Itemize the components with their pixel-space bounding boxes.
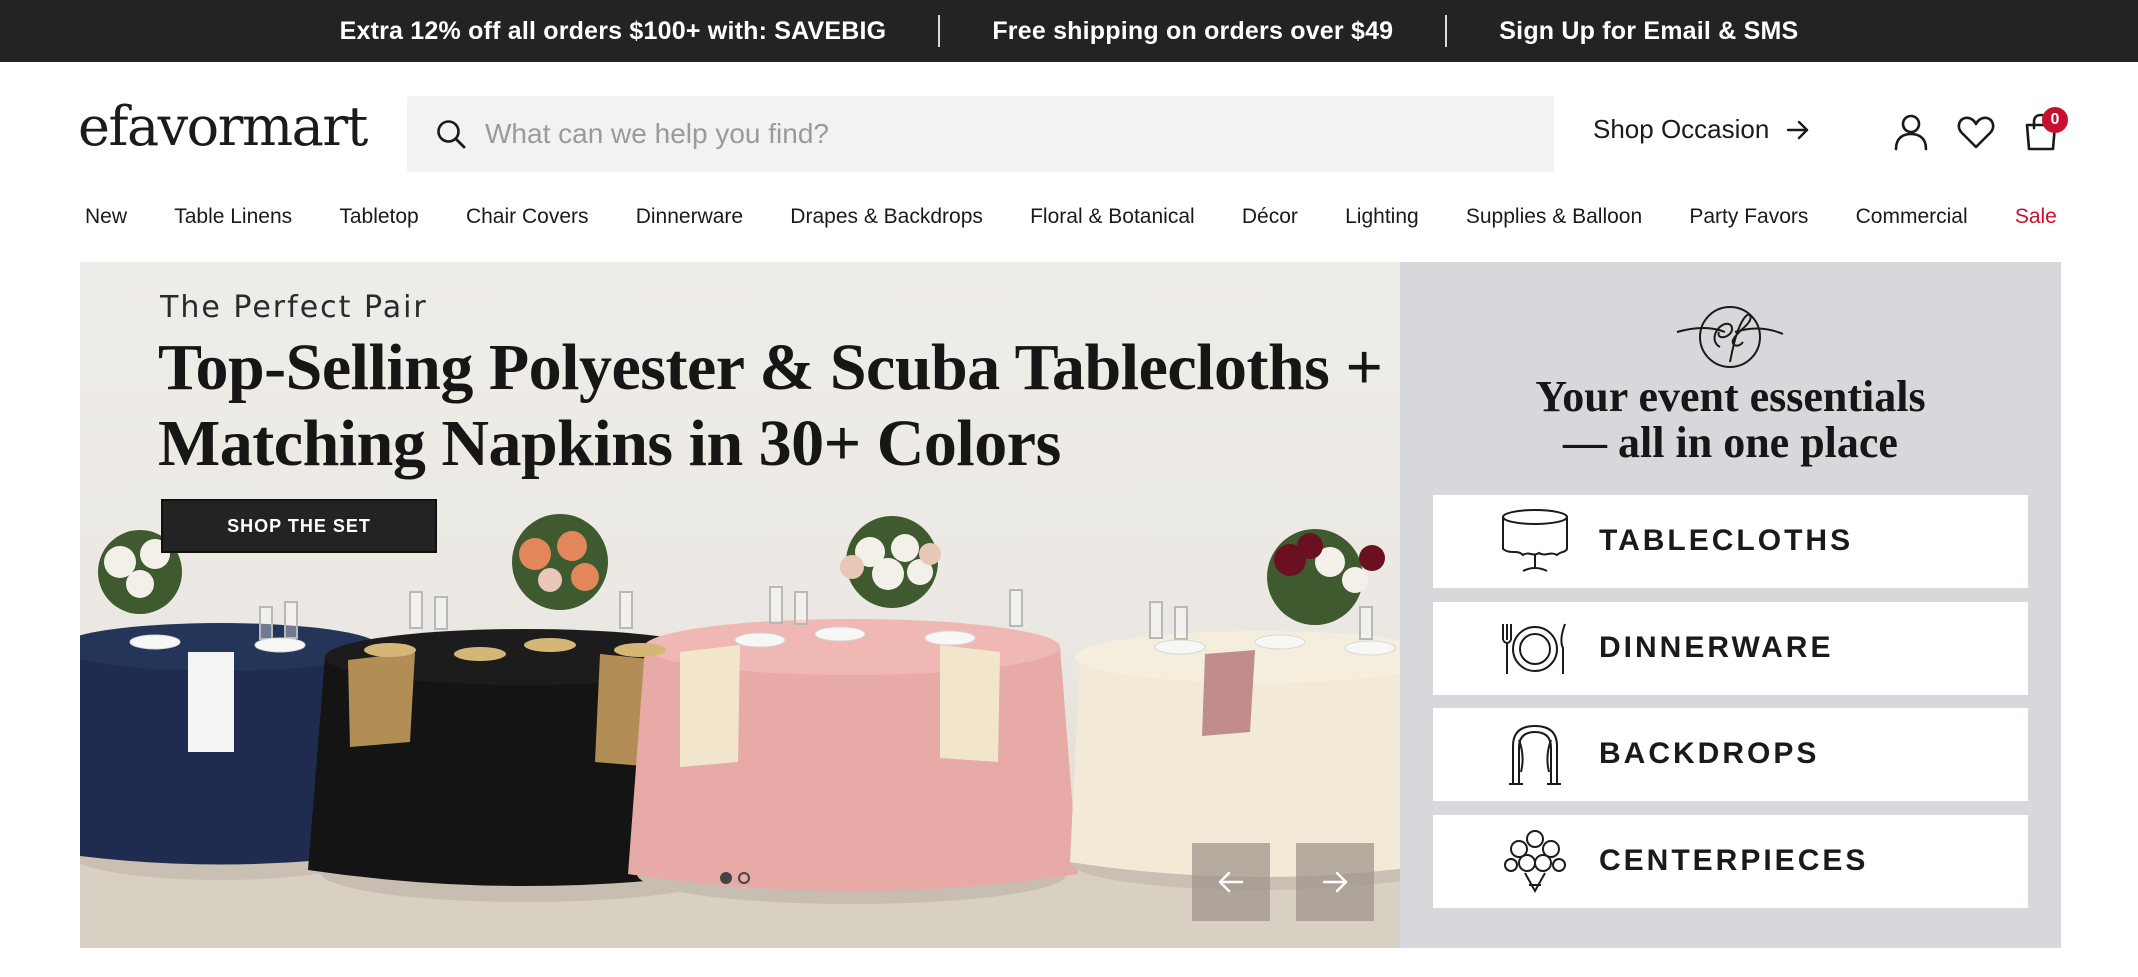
category-tablecloths[interactable]: TABLECLOTHS bbox=[1433, 495, 2028, 588]
essentials-heading: Your event essentials — all in one place bbox=[1400, 374, 2061, 466]
arrow-left-icon bbox=[1218, 871, 1244, 893]
nav-item-party-favors[interactable]: Party Favors bbox=[1689, 205, 1808, 229]
search-input[interactable] bbox=[485, 118, 1485, 150]
shop-occasion-link[interactable]: Shop Occasion bbox=[1593, 114, 1811, 145]
hero-eyebrow: The Perfect Pair bbox=[160, 290, 428, 325]
nav-item-drapes-backdrops[interactable]: Drapes & Backdrops bbox=[790, 205, 983, 229]
category-backdrops[interactable]: BACKDROPS bbox=[1433, 708, 2028, 801]
promo-discount[interactable]: Extra 12% off all orders $100+ with: SAV… bbox=[340, 17, 887, 46]
nav-item-sale[interactable]: Sale bbox=[2015, 205, 2057, 229]
dinnerware-icon bbox=[1502, 623, 1566, 674]
essentials-heading-line: Your event essentials bbox=[1535, 372, 1926, 421]
carousel-next-button[interactable] bbox=[1296, 843, 1374, 921]
nav-item-table-linens[interactable]: Table Linens bbox=[174, 205, 292, 229]
nav-item-supplies-balloon[interactable]: Supplies & Balloon bbox=[1466, 205, 1642, 229]
shop-occasion-label: Shop Occasion bbox=[1593, 114, 1770, 144]
heart-icon[interactable] bbox=[1956, 112, 1996, 152]
backdrop-arch-icon bbox=[1509, 724, 1561, 785]
promo-free-shipping[interactable]: Free shipping on orders over $49 bbox=[992, 17, 1393, 46]
promo-bar: Extra 12% off all orders $100+ with: SAV… bbox=[0, 0, 2138, 62]
shop-the-set-button[interactable]: SHOP THE SET bbox=[161, 499, 437, 553]
event-essentials-panel: Your event essentials — all in one place… bbox=[1400, 262, 2061, 948]
hero-banner[interactable]: The Perfect Pair Top-Selling Polyester &… bbox=[80, 262, 1400, 948]
search-icon[interactable] bbox=[435, 118, 467, 150]
arrow-right-icon bbox=[1787, 120, 1809, 139]
category-centerpieces[interactable]: CENTERPIECES bbox=[1433, 815, 2028, 908]
cart-count-badge: 0 bbox=[2042, 107, 2068, 133]
tablecloth-icon bbox=[1502, 509, 1568, 572]
site-logo[interactable]: efavormart bbox=[78, 100, 368, 154]
carousel-dots bbox=[720, 872, 750, 884]
arrow-right-icon bbox=[1322, 871, 1348, 893]
nav-item-dinnerware[interactable]: Dinnerware bbox=[636, 205, 743, 229]
carousel-dot[interactable] bbox=[720, 872, 732, 884]
nav-item-chair-covers[interactable]: Chair Covers bbox=[466, 205, 589, 229]
main-nav: New Table Linens Tabletop Chair Covers D… bbox=[85, 205, 2057, 229]
nav-item-decor[interactable]: Décor bbox=[1242, 205, 1298, 229]
promo-divider bbox=[1445, 15, 1448, 47]
nav-item-tabletop[interactable]: Tabletop bbox=[339, 205, 418, 229]
category-label: CENTERPIECES bbox=[1599, 844, 1869, 877]
essentials-heading-line: — all in one place bbox=[1563, 418, 1898, 467]
account-icon[interactable] bbox=[1891, 112, 1931, 152]
flower-bouquet-icon bbox=[1504, 830, 1566, 894]
nav-item-lighting[interactable]: Lighting bbox=[1345, 205, 1419, 229]
carousel-dot[interactable] bbox=[738, 872, 750, 884]
category-label: BACKDROPS bbox=[1599, 737, 1820, 770]
carousel-prev-button[interactable] bbox=[1192, 843, 1270, 921]
nav-item-new[interactable]: New bbox=[85, 205, 127, 229]
nav-item-floral-botanical[interactable]: Floral & Botanical bbox=[1030, 205, 1195, 229]
promo-divider bbox=[938, 15, 941, 47]
nav-item-commercial[interactable]: Commercial bbox=[1856, 205, 1968, 229]
ef-monogram-icon bbox=[1676, 306, 1784, 368]
hero-title: Top-Selling Polyester & Scuba Tablecloth… bbox=[158, 331, 1383, 480]
category-label: DINNERWARE bbox=[1599, 631, 1834, 664]
category-dinnerware[interactable]: DINNERWARE bbox=[1433, 602, 2028, 695]
category-label: TABLECLOTHS bbox=[1599, 524, 1854, 557]
search-bar[interactable] bbox=[407, 96, 1554, 172]
promo-signup-link[interactable]: Sign Up for Email & SMS bbox=[1499, 17, 1798, 46]
